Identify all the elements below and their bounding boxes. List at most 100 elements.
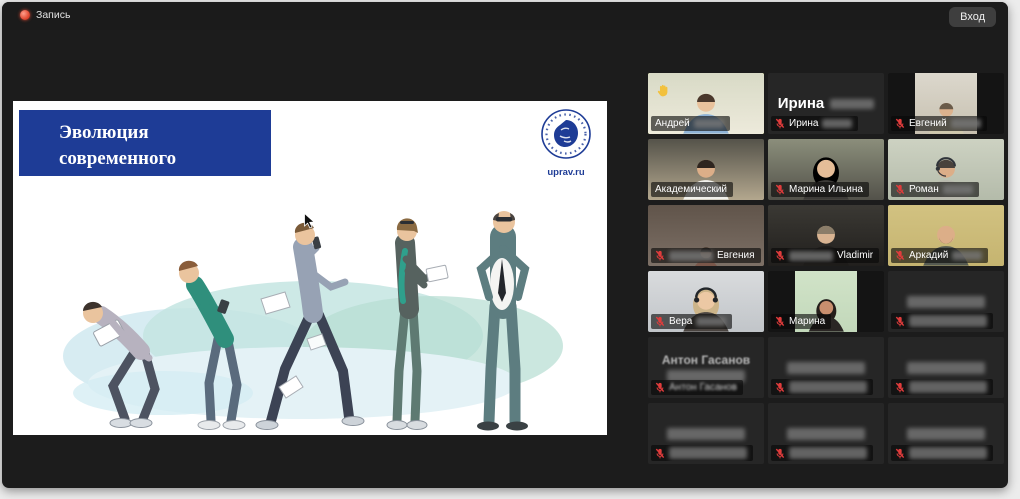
blurred-surname [943, 185, 973, 194]
participant-name: Марина [789, 316, 825, 327]
participant-tile-евгений[interactable]: Евгений [888, 73, 1004, 134]
participant-nameplate: Вера [651, 314, 732, 329]
blurred-name [787, 428, 865, 440]
login-button[interactable]: Вход [949, 7, 996, 27]
participant-nameplate: Аркадий [891, 248, 988, 263]
raised-hand-icon [657, 83, 670, 98]
participant-tile-ирина[interactable]: Ирина Ирина [768, 73, 884, 134]
mouse-cursor-icon [304, 213, 315, 229]
blurred-surname [951, 119, 981, 128]
blurred-name [669, 251, 713, 261]
participant-tile-роман[interactable]: Роман [888, 139, 1004, 200]
participant-tile[interactable] [768, 337, 884, 398]
recording-indicator[interactable]: Запись [20, 9, 70, 21]
muted-mic-icon [895, 118, 905, 129]
participant-nameplate: Евгения [651, 248, 761, 263]
slide-title-banner: Эволюция современного руководителя [19, 110, 271, 176]
blurred-name [789, 447, 867, 459]
participant-name: Евгения [717, 250, 755, 261]
muted-mic-icon [655, 316, 665, 327]
participant-nameplate: Vladimir [771, 248, 879, 263]
participant-nameplate: Роман [891, 182, 979, 197]
participant-nameplate [891, 313, 993, 329]
participant-tile[interactable] [648, 403, 764, 464]
blurred-name [907, 362, 985, 374]
muted-mic-icon [775, 118, 785, 129]
blurred-name [907, 428, 985, 440]
muted-mic-icon [655, 250, 665, 261]
slide-title: Эволюция современного руководителя [59, 122, 177, 194]
participant-tile[interactable] [888, 337, 1004, 398]
blurred-name [789, 381, 867, 393]
participant-nameplate [771, 445, 873, 461]
participant-nameplate: Евгений [891, 116, 987, 131]
blurred-name [789, 251, 833, 261]
participant-nameplate [771, 379, 873, 395]
blurred-name [909, 381, 987, 393]
blurred-surname [694, 119, 724, 128]
participant-name: Антон Гасанов [669, 382, 737, 393]
muted-mic-icon [895, 250, 905, 261]
blurred-name [787, 362, 865, 374]
participant-tile-аркадий[interactable]: Аркадий [888, 205, 1004, 266]
muted-mic-icon [895, 382, 905, 393]
participant-tile-марина-ильина[interactable]: Марина Ильина [768, 139, 884, 200]
muted-mic-icon [655, 448, 665, 459]
participant-nameplate: Марина [771, 314, 831, 329]
participant-tile-антон-гасанов[interactable]: Антон Гасанов Антон Гасанов [648, 337, 764, 398]
blurred-name [907, 296, 985, 308]
participant-tile-академический[interactable]: Академический [648, 139, 764, 200]
participant-tile[interactable] [768, 403, 884, 464]
participant-name: Роман [909, 184, 939, 195]
muted-mic-icon [895, 448, 905, 459]
participant-nameplate: Ирина [771, 116, 858, 131]
blurred-name [909, 447, 987, 459]
logo-url: uprav.ru [533, 167, 599, 178]
blurred-name [909, 315, 987, 327]
muted-mic-icon [895, 184, 905, 195]
recording-label: Запись [36, 9, 70, 21]
participant-name: Академический [655, 184, 727, 195]
meeting-window: Запись Вход [2, 2, 1008, 488]
muted-mic-icon [775, 316, 785, 327]
blurred-surname [952, 251, 982, 260]
participant-name: Марина Ильина [789, 184, 863, 195]
participant-name: Ирина [789, 118, 818, 129]
participant-nameplate [651, 445, 753, 461]
school-seal-icon [539, 108, 593, 160]
shared-presentation-slide: Эволюция современного руководителя uprav… [13, 101, 607, 435]
participant-tile-марина[interactable]: Марина [768, 271, 884, 332]
participant-name: Андрей [655, 118, 690, 129]
participant-nameplate: Марина Ильина [771, 182, 869, 197]
participant-name: Vladimir [837, 250, 873, 261]
participant-name: Евгений [909, 118, 947, 129]
participant-tile-евгения[interactable]: Евгения [648, 205, 764, 266]
blurred-surname [822, 119, 852, 128]
participant-nameplate [891, 445, 993, 461]
participant-nameplate: Антон Гасанов [651, 380, 743, 395]
participant-name: Аркадий [909, 250, 948, 261]
blurred-name [667, 428, 745, 440]
muted-mic-icon [775, 382, 785, 393]
participant-nameplate: Андрей [651, 116, 730, 131]
school-logo: uprav.ru [533, 108, 599, 178]
muted-mic-icon [895, 316, 905, 327]
participant-nameplate: Академический [651, 182, 733, 197]
participant-tile-vladimir[interactable]: Vladimir [768, 205, 884, 266]
participant-nameplate [891, 379, 993, 395]
participant-tile-вера[interactable]: Вера [648, 271, 764, 332]
muted-mic-icon [775, 250, 785, 261]
participant-tile[interactable] [888, 271, 1004, 332]
participants-grid: Андрей Ирина Ирина Евгений Академический Мари… [648, 73, 1004, 464]
participant-tile[interactable] [888, 403, 1004, 464]
blurred-name [669, 447, 747, 459]
muted-mic-icon [775, 448, 785, 459]
participant-name: Вера [669, 316, 692, 327]
muted-mic-icon [655, 382, 665, 393]
participant-display-name: Ирина [778, 95, 875, 112]
meeting-topbar: Запись Вход [2, 2, 1008, 30]
muted-mic-icon [775, 184, 785, 195]
recording-dot-icon [20, 10, 30, 20]
participant-tile-андрей[interactable]: Андрей [648, 73, 764, 134]
participant-display-name: Антон Гасанов [662, 353, 750, 367]
